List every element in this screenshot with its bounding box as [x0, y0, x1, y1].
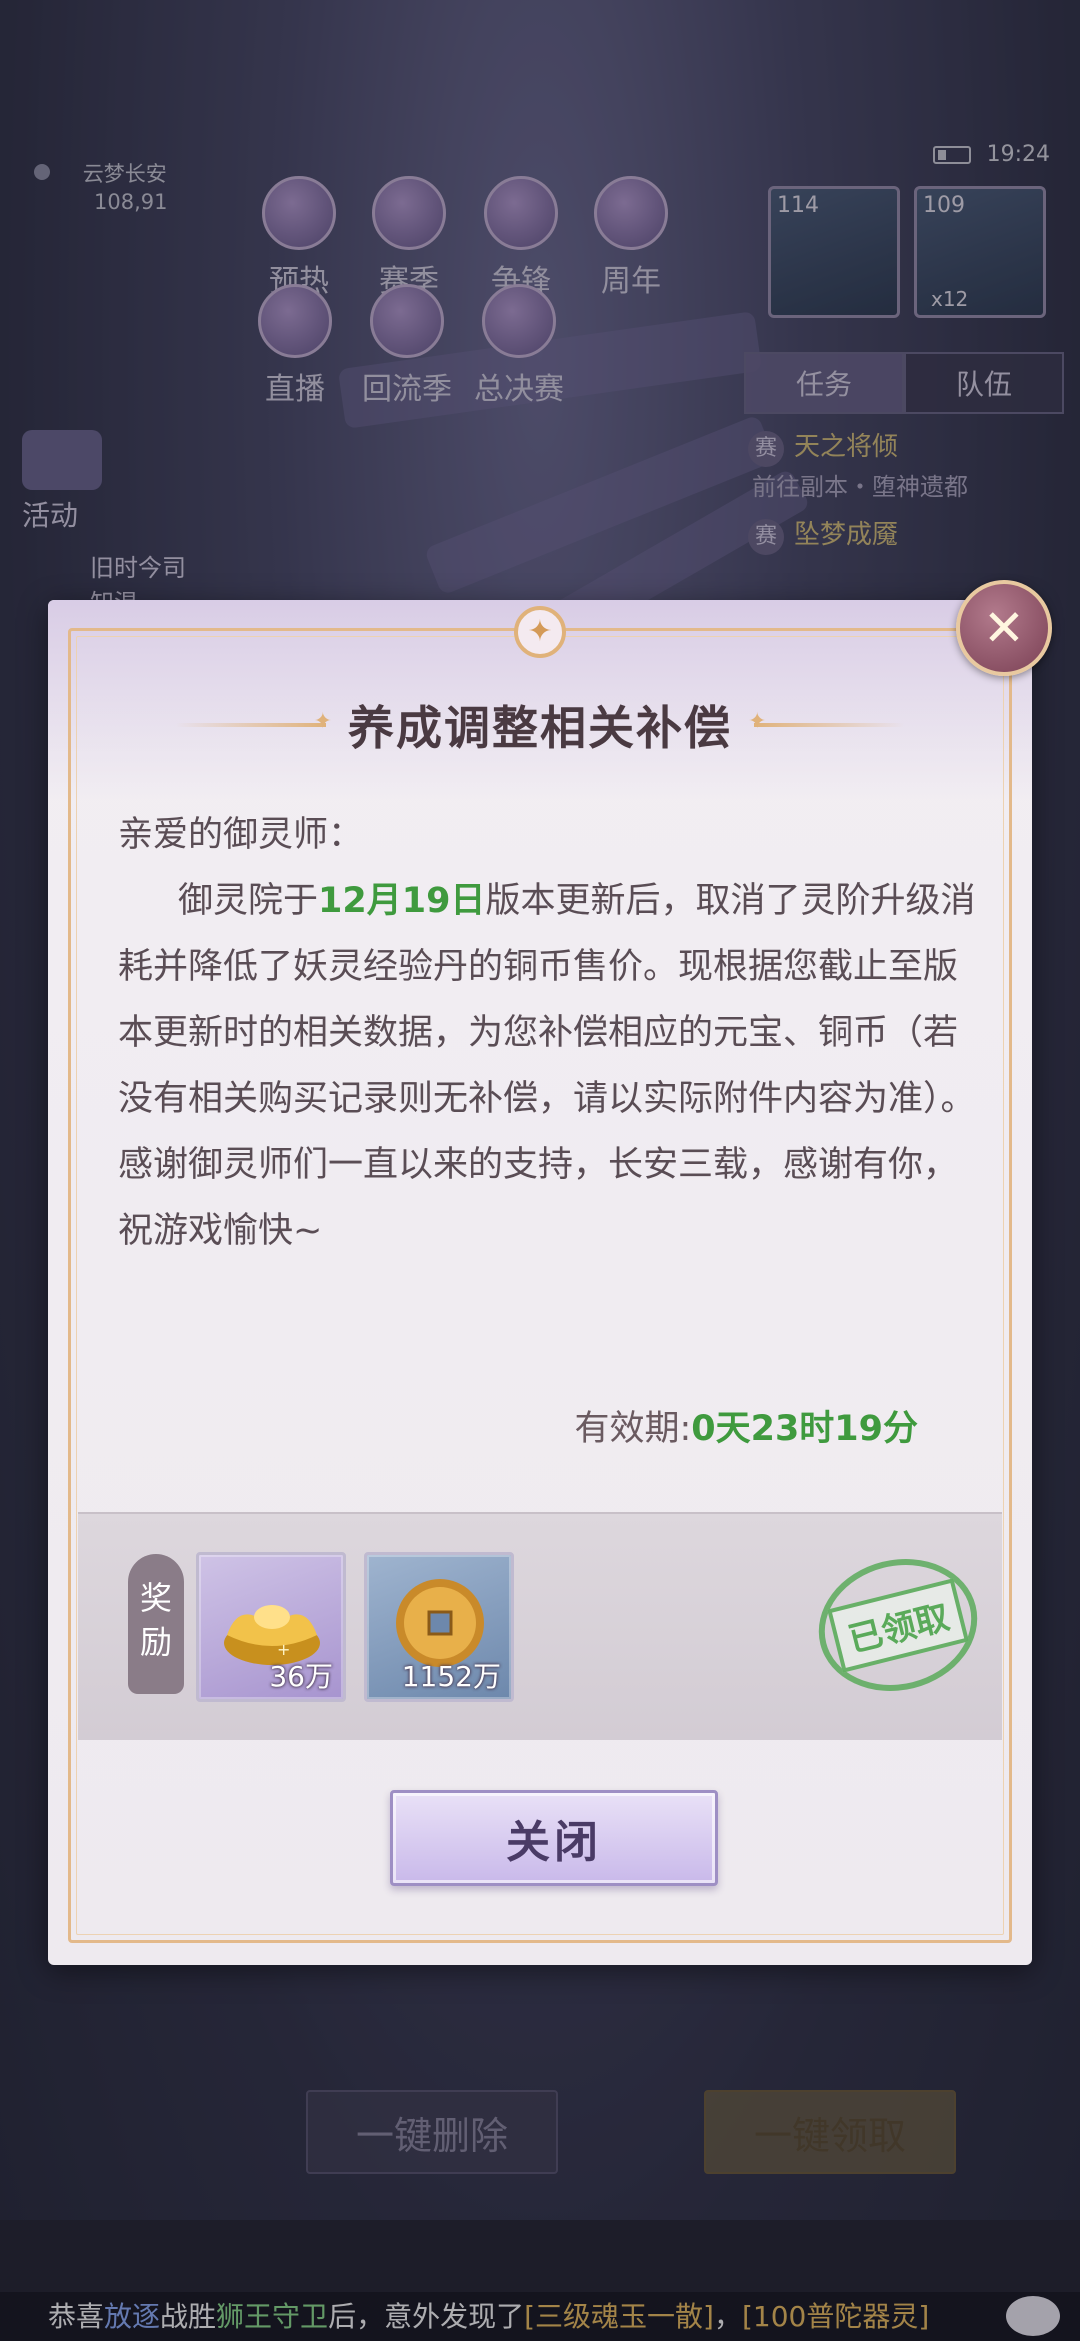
- close-button[interactable]: 关闭: [390, 1790, 718, 1886]
- reward-item-ingot[interactable]: + 36万: [196, 1552, 346, 1702]
- reward-amount: 36万: [269, 1660, 333, 1693]
- title-row: 养成调整相关补偿: [48, 692, 1032, 758]
- mail-body: 御灵院于12月19日版本更新后，取消了灵阶升级消耗并降低了妖灵经验丹的铜币售价。…: [118, 881, 976, 1251]
- dialog-title: 养成调整相关补偿: [348, 701, 732, 755]
- title-ornament-right: [748, 709, 904, 734]
- reward-section: 奖励 + 36万 1152万 已领取: [78, 1512, 1002, 1740]
- crest-icon: [514, 606, 566, 658]
- reward-label: 奖励: [128, 1554, 184, 1694]
- mail-greeting: 亲爱的御灵师：: [118, 815, 364, 855]
- validity-period: 有效期:0天23时19分: [574, 1409, 918, 1449]
- compensation-dialog: 养成调整相关补偿 亲爱的御灵师： 御灵院于12月19日版本更新后，取消了灵阶升级…: [48, 600, 1032, 1965]
- highlight-date: 12月19日: [318, 881, 486, 921]
- reward-amount: 1152万: [401, 1660, 501, 1693]
- title-ornament-left: [176, 709, 332, 734]
- close-icon[interactable]: ✕: [956, 580, 1052, 676]
- validity-time: 0天23时19分: [691, 1409, 918, 1449]
- claimed-stamp: 已领取: [804, 1542, 992, 1708]
- reward-item-coin[interactable]: 1152万: [364, 1552, 514, 1702]
